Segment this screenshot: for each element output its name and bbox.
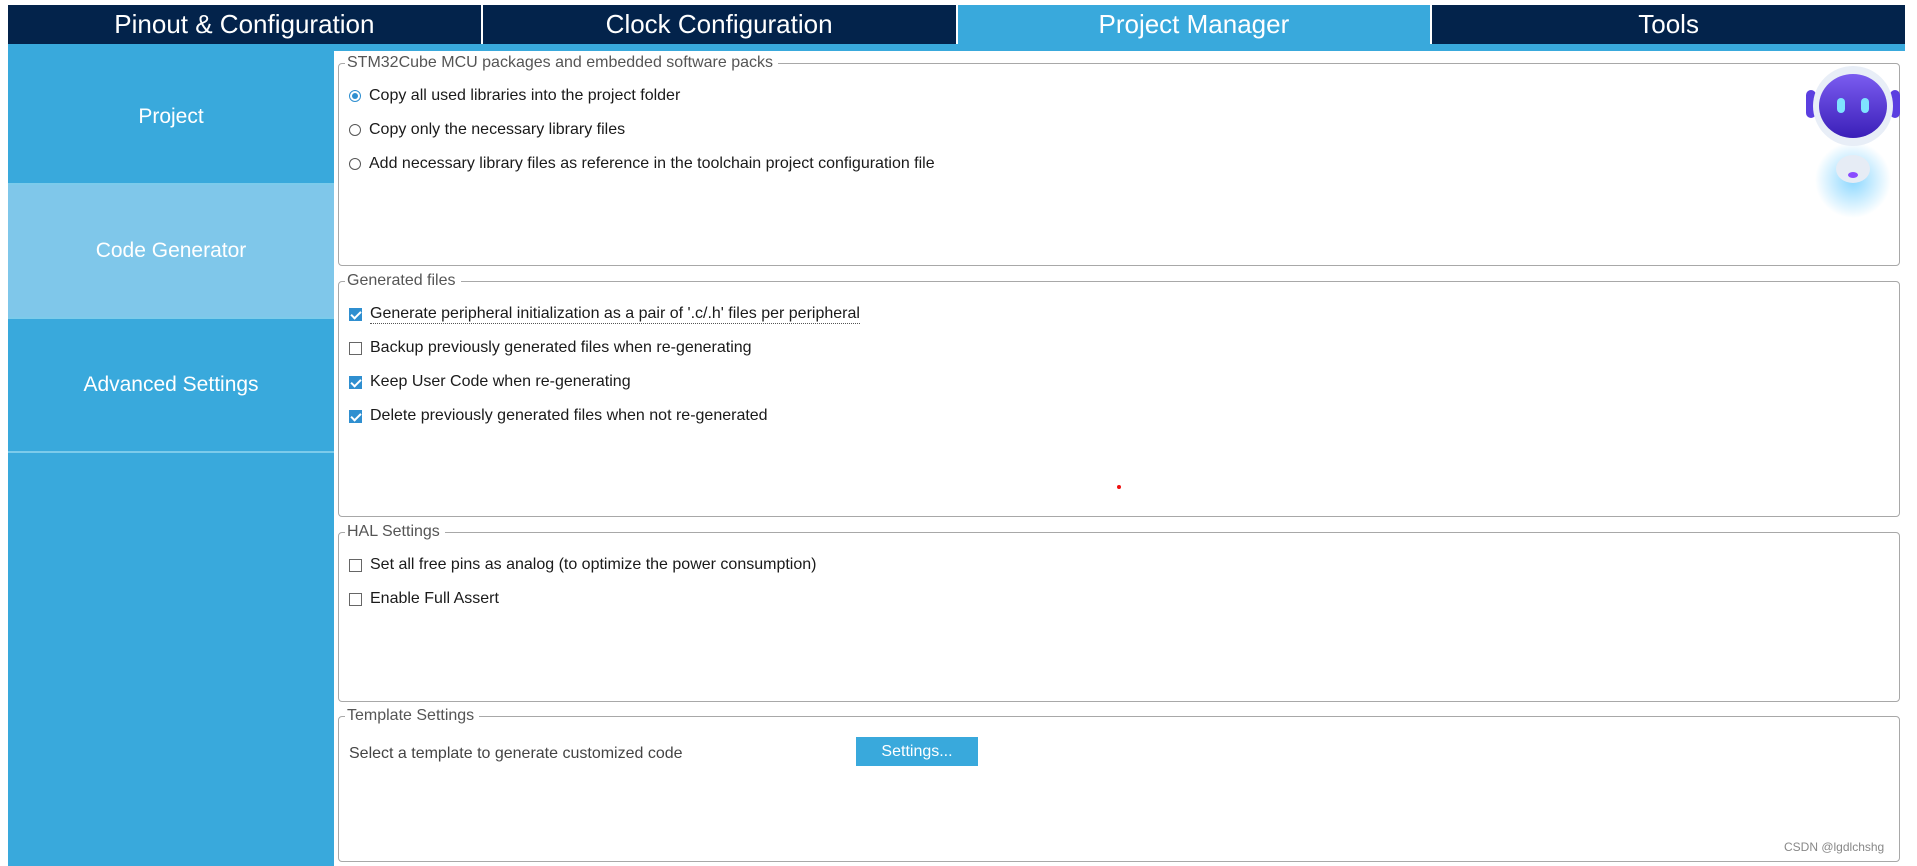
tab-tools[interactable]: Tools xyxy=(1432,5,1905,44)
top-tab-bar: Pinout & Configuration Clock Configurati… xyxy=(8,5,1905,44)
checkbox-label: Delete previously generated files when n… xyxy=(370,407,768,424)
checkbox-checked[interactable] xyxy=(349,375,362,389)
sidebar: Project Code Generator Advanced Settings xyxy=(8,51,334,866)
settings-button[interactable]: Settings... xyxy=(856,737,978,766)
checkbox-label: Backup previously generated files when r… xyxy=(370,339,752,356)
checkbox-checked[interactable] xyxy=(349,308,362,321)
sidebar-item-advanced-settings[interactable]: Advanced Settings xyxy=(8,319,334,453)
template-description: Select a template to generate customized… xyxy=(349,745,683,762)
radio-add-as-reference[interactable]: Add necessary library files as reference… xyxy=(349,155,935,173)
checkbox-backup-generated-files[interactable]: Backup previously generated files when r… xyxy=(349,339,752,357)
generated-files-group-legend: Generated files xyxy=(345,271,461,291)
tab-pinout-configuration[interactable]: Pinout & Configuration xyxy=(8,5,483,44)
checkbox-checked[interactable] xyxy=(349,409,362,423)
checkbox-unchecked[interactable] xyxy=(349,558,362,572)
tab-project-manager[interactable]: Project Manager xyxy=(957,5,1433,44)
sidebar-item-code-generator[interactable]: Code Generator xyxy=(8,185,334,319)
template-settings-group: Template Settings Select a template to g… xyxy=(338,706,1900,862)
radio-copy-all-libraries[interactable]: Copy all used libraries into the project… xyxy=(349,87,680,105)
sidebar-item-project[interactable]: Project xyxy=(8,51,334,185)
radio-label: Copy only the necessary library files xyxy=(369,121,626,138)
watermark: CSDN @lgdlchshg xyxy=(1784,840,1885,854)
checkbox-delete-previous-files[interactable]: Delete previously generated files when n… xyxy=(349,407,768,425)
packages-group-legend: STM32Cube MCU packages and embedded soft… xyxy=(345,53,778,73)
checkbox-free-pins-analog[interactable]: Set all free pins as analog (to optimize… xyxy=(349,556,816,574)
checkbox-keep-user-code[interactable]: Keep User Code when re-generating xyxy=(349,373,631,391)
checkbox-label: Generate peripheral initialization as a … xyxy=(370,305,860,324)
radio-label: Copy all used libraries into the project… xyxy=(369,87,681,104)
checkbox-label: Keep User Code when re-generating xyxy=(370,373,631,390)
radio-label: Add necessary library files as reference… xyxy=(369,155,935,172)
checkbox-label: Enable Full Assert xyxy=(370,590,499,607)
checkbox-generate-peripheral-pairs[interactable]: Generate peripheral initialization as a … xyxy=(349,305,860,324)
checkbox-unchecked[interactable] xyxy=(349,592,362,606)
radio-copy-necessary-files[interactable]: Copy only the necessary library files xyxy=(349,121,625,139)
robot-assistant-icon[interactable] xyxy=(1800,62,1906,222)
hal-settings-group-legend: HAL Settings xyxy=(345,522,445,542)
radio-button[interactable] xyxy=(349,158,361,170)
radio-button-selected[interactable] xyxy=(349,90,361,102)
checkbox-enable-full-assert[interactable]: Enable Full Assert xyxy=(349,590,499,608)
checkbox-label: Set all free pins as analog (to optimize… xyxy=(370,556,817,573)
checkbox-unchecked[interactable] xyxy=(349,341,362,355)
tab-clock-configuration[interactable]: Clock Configuration xyxy=(482,5,958,44)
radio-button[interactable] xyxy=(349,124,361,136)
template-settings-group-legend: Template Settings xyxy=(345,706,480,726)
generated-files-group: Generated files Generate peripheral init… xyxy=(338,271,1900,517)
hal-settings-group: HAL Settings Set all free pins as analog… xyxy=(338,522,1900,702)
packages-group: STM32Cube MCU packages and embedded soft… xyxy=(338,53,1900,266)
red-dot-marker xyxy=(1117,485,1121,489)
tab-accent-line xyxy=(8,44,1905,51)
